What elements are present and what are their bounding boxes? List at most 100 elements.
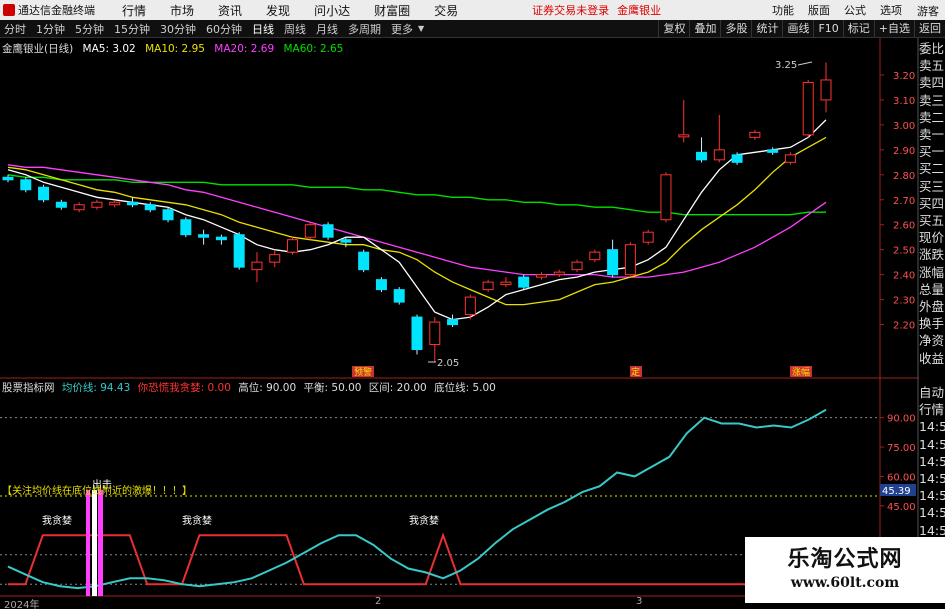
side-item[interactable]: 14:50 bbox=[919, 453, 945, 470]
price-tick-label: 2.90 bbox=[893, 146, 915, 157]
side-item[interactable]: 买三 bbox=[919, 178, 945, 195]
candle-body bbox=[144, 204, 156, 211]
side-item[interactable]: 自动 bbox=[919, 384, 945, 401]
candle-body bbox=[198, 234, 210, 238]
side-item[interactable]: 外盘 bbox=[919, 298, 945, 315]
side-item[interactable]: 买四 bbox=[919, 195, 945, 212]
candle-body bbox=[518, 276, 530, 288]
candle-body bbox=[322, 224, 334, 238]
candle-body bbox=[500, 281, 512, 286]
candle-body bbox=[642, 231, 654, 243]
candle-body bbox=[802, 81, 814, 136]
price-axis: 3.20 3.10 3.00 2.90 2.80 2.70 2.60 2.50 2.40 2.30… bbox=[880, 71, 915, 332]
warning-marker-label: 预警 bbox=[354, 366, 372, 378]
candle-body bbox=[2, 176, 14, 181]
side-item[interactable]: 买一 bbox=[919, 143, 945, 160]
side-item[interactable]: 卖一 bbox=[919, 126, 945, 143]
watermark-cn: 乐淘公式网 bbox=[787, 547, 903, 572]
price-tick-label: 2.40 bbox=[893, 271, 915, 282]
signal-bar bbox=[86, 490, 90, 596]
candle-body bbox=[73, 204, 85, 211]
candle-body bbox=[91, 201, 103, 208]
candle-body bbox=[820, 79, 832, 101]
side-item[interactable]: 买二 bbox=[919, 160, 945, 177]
candle-body bbox=[607, 249, 619, 276]
candle-body bbox=[589, 251, 601, 261]
site-watermark: 乐淘公式网 www.60lt.com bbox=[745, 537, 945, 603]
fixed-marker-label: 定 bbox=[631, 366, 640, 378]
price-tick-label: 2.80 bbox=[893, 171, 915, 182]
candle-body bbox=[55, 201, 67, 208]
fear-greed-value: 你恐慌我贪婪: 0.00 bbox=[137, 382, 231, 394]
side-item[interactable]: 卖四 bbox=[919, 74, 945, 91]
candle-body bbox=[126, 201, 138, 206]
candle-body bbox=[553, 271, 565, 276]
side-item[interactable]: 涨幅 bbox=[919, 264, 945, 281]
candle-body bbox=[20, 179, 32, 191]
candle-body bbox=[571, 261, 583, 271]
indicator-lines bbox=[7, 408, 827, 590]
candle-body bbox=[678, 134, 690, 138]
candle-body bbox=[233, 234, 245, 268]
candle-body bbox=[180, 219, 192, 236]
balance-value: 平衡: 50.00 bbox=[303, 382, 362, 394]
candle-body bbox=[358, 251, 370, 271]
candle-body bbox=[784, 154, 796, 163]
indicator-axis: 90.00 75.00 60.00 45.00 bbox=[880, 414, 916, 513]
gain-marker-label: 涨幅 bbox=[792, 366, 810, 378]
side-item[interactable]: 总量 bbox=[919, 281, 945, 298]
side-item[interactable]: 行情 bbox=[919, 401, 945, 418]
side-item[interactable]: 14:50 bbox=[919, 487, 945, 504]
signal-bar-white bbox=[92, 490, 97, 596]
chart-canvas[interactable]: 3.20 3.10 3.00 2.90 2.80 2.70 2.60 2.50 2.40 2.30… bbox=[0, 0, 945, 609]
candle-body bbox=[696, 151, 708, 161]
side-item[interactable]: 卖二 bbox=[919, 109, 945, 126]
side-item[interactable]: 换手 bbox=[919, 315, 945, 332]
candlesticks bbox=[2, 62, 832, 362]
range-value: 区间: 20.00 bbox=[368, 382, 427, 394]
side-item[interactable]: 委比 bbox=[919, 40, 945, 57]
xaxis-month-3: 3 bbox=[636, 596, 643, 607]
side-item[interactable]: 净资 bbox=[919, 332, 945, 349]
ma5-line bbox=[7, 119, 827, 321]
candle-body bbox=[393, 289, 405, 303]
side-item[interactable]: 买五 bbox=[919, 212, 945, 229]
candle-body bbox=[375, 279, 387, 291]
side-item[interactable]: 14:50 bbox=[919, 470, 945, 487]
indicator-tick-label: 90.00 bbox=[887, 414, 916, 425]
candle-body bbox=[38, 186, 50, 201]
avg-price-line bbox=[7, 408, 827, 590]
side-item[interactable]: 14:50 bbox=[919, 504, 945, 521]
side-item[interactable]: 涨跌 bbox=[919, 246, 945, 263]
price-tick-label: 2.60 bbox=[893, 221, 915, 232]
ma10-line bbox=[7, 136, 827, 306]
current-value-text: 45.39 bbox=[882, 486, 911, 497]
greed-label-1: 我贪婪 bbox=[42, 514, 72, 527]
indicator-legend: 股票指标网 均价线: 94.43 你恐慌我贪婪: 0.00 高位: 90.00 … bbox=[2, 380, 500, 395]
side-item[interactable]: 现价 bbox=[919, 229, 945, 246]
price-tick-label: 2.70 bbox=[893, 196, 915, 207]
side-item[interactable]: 14:50 bbox=[919, 436, 945, 453]
side-item[interactable]: 卖三 bbox=[919, 92, 945, 109]
alert-text: 【关注均价线在底位线附近的激爆！！！】 bbox=[2, 486, 192, 497]
indicator-name: 股票指标网 bbox=[2, 382, 55, 394]
side-item[interactable]: 14:50 bbox=[919, 418, 945, 435]
indicator-tick-label: 60.00 bbox=[887, 472, 916, 483]
candle-body bbox=[713, 149, 725, 161]
candle-body bbox=[767, 149, 779, 153]
candle-body bbox=[269, 254, 281, 263]
fear-greed-line bbox=[8, 532, 826, 586]
candle-body bbox=[535, 274, 547, 278]
candle-body bbox=[215, 236, 227, 241]
greed-label-3: 我贪婪 bbox=[409, 514, 439, 527]
candle-body bbox=[482, 281, 494, 291]
price-tick-label: 2.30 bbox=[893, 296, 915, 307]
candle-body bbox=[429, 321, 441, 346]
side-item[interactable]: 收益 bbox=[919, 350, 945, 367]
candle-body bbox=[660, 174, 672, 221]
candle-body bbox=[749, 131, 761, 138]
price-tick-label: 3.20 bbox=[893, 71, 915, 82]
side-item[interactable]: 卖五 bbox=[919, 57, 945, 74]
price-tick-label: 3.10 bbox=[893, 96, 915, 107]
avg-line-value: 均价线: 94.43 bbox=[61, 382, 131, 394]
